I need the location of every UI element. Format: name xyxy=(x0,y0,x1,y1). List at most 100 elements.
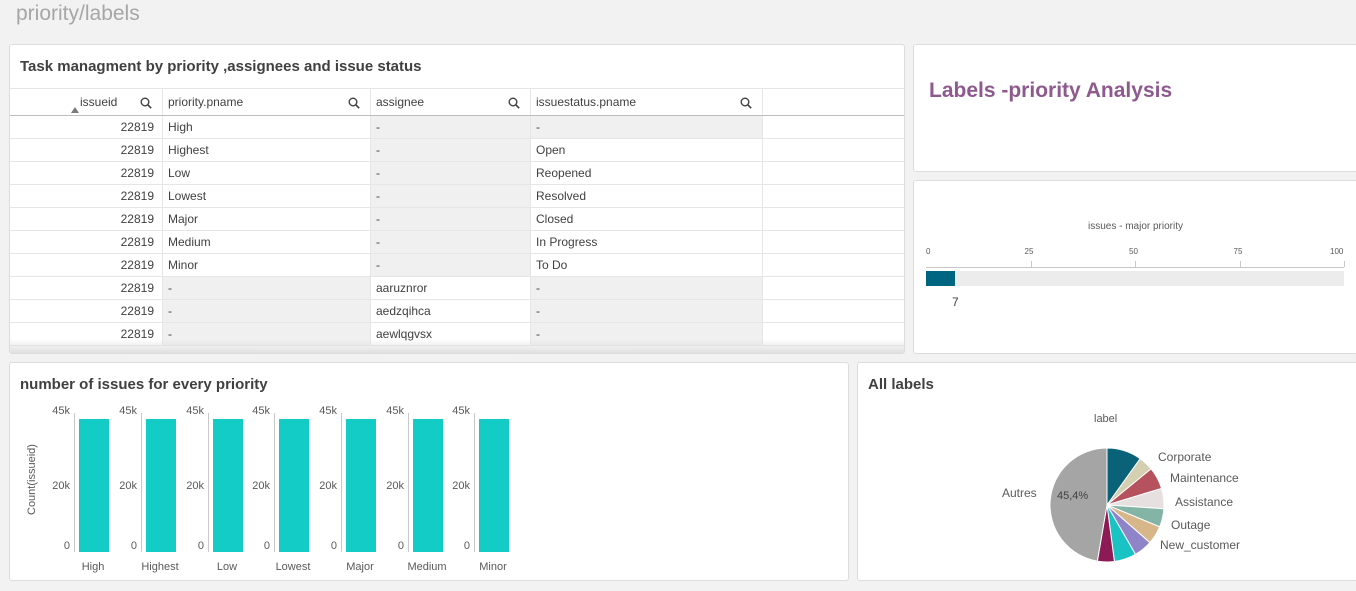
table-cell[interactable]: - xyxy=(371,139,531,161)
table-cell[interactable]: 22819 xyxy=(10,162,163,184)
sort-ascending-icon[interactable] xyxy=(71,107,79,113)
table-cell[interactable]: In Progress xyxy=(531,231,763,253)
table-cell[interactable]: Reopened xyxy=(531,162,763,184)
task-table-panel: Task managment by priority ,assignees an… xyxy=(9,44,905,354)
table-cell[interactable]: To Do xyxy=(531,254,763,276)
y-tick-label: 20k xyxy=(252,480,270,492)
bar-chart-high: 45k 20k 0 High xyxy=(38,405,109,577)
table-cell xyxy=(763,139,904,161)
column-header-assignee[interactable]: assignee xyxy=(371,89,531,115)
sheet-title: priority/labels xyxy=(16,2,140,25)
table-row[interactable]: 22819 Highest - Open xyxy=(10,139,904,162)
table-cell[interactable]: 22819 xyxy=(10,231,163,253)
pie-label: Maintenance xyxy=(1170,471,1239,485)
table-row[interactable]: 22819 Low - Reopened xyxy=(10,162,904,185)
y-tick-label: 20k xyxy=(319,480,337,492)
table-cell[interactable]: 22819 xyxy=(10,185,163,207)
table-cell[interactable]: 22819 xyxy=(10,116,163,138)
table-cell[interactable]: Closed xyxy=(531,208,763,230)
gauge-axis xyxy=(926,267,1344,268)
table-row[interactable]: 22819 Minor - To Do xyxy=(10,254,904,277)
gauge-tick-label: 100 xyxy=(1330,247,1344,256)
search-icon[interactable] xyxy=(508,97,520,109)
bar[interactable] xyxy=(479,419,509,552)
table-cell[interactable]: - xyxy=(531,300,763,322)
pie-label: Corporate xyxy=(1158,450,1212,464)
table-cell[interactable]: - xyxy=(371,116,531,138)
pie-label: Assistance xyxy=(1175,495,1234,509)
pie-slice[interactable] xyxy=(1049,447,1108,562)
bar-chart-highest: 45k 20k 0 Highest xyxy=(105,405,178,577)
table-cell[interactable]: 22819 xyxy=(10,254,163,276)
y-tick-label: 20k xyxy=(52,480,70,492)
table-cell[interactable]: 22819 xyxy=(10,277,163,299)
table-row[interactable]: 22819 Medium - In Progress xyxy=(10,231,904,254)
search-icon[interactable] xyxy=(740,97,752,109)
table-cell[interactable]: Low xyxy=(163,162,371,184)
y-tick-label: 45k xyxy=(119,405,137,417)
y-axis xyxy=(74,413,75,552)
y-tick-label: 45k xyxy=(252,405,270,417)
table-cell xyxy=(763,277,904,299)
table-row[interactable]: 22819- aedzqihca - xyxy=(10,300,904,323)
table-row[interactable]: 22819- aaruznror - xyxy=(10,277,904,300)
table-cell[interactable]: Highest xyxy=(163,139,371,161)
table-cell[interactable]: Major xyxy=(163,208,371,230)
column-header-issuestatus[interactable]: issuestatus.pname xyxy=(531,89,763,115)
analysis-header-panel: Labels -priority Analysis xyxy=(913,44,1356,172)
table-cell[interactable]: aedzqihca xyxy=(371,300,531,322)
table-cell[interactable]: - xyxy=(531,116,763,138)
table-cell[interactable]: - xyxy=(371,208,531,230)
x-tick-label: Minor xyxy=(479,561,507,573)
bar-chart-minor: 45k 20k 0 Minor xyxy=(438,405,509,577)
y-axis-label: Count(issueid) xyxy=(26,444,38,515)
search-icon[interactable] xyxy=(348,97,360,109)
y-tick-label: 45k xyxy=(186,405,204,417)
y-tick-label: 45k xyxy=(452,405,470,417)
gauge-fill xyxy=(926,271,956,286)
table-cell[interactable]: - xyxy=(371,162,531,184)
search-icon[interactable] xyxy=(140,97,152,109)
pie-chart[interactable]: 45,4% xyxy=(858,363,1356,581)
table-row[interactable]: 22819 Major - Closed xyxy=(10,208,904,231)
column-header-label: issuestatus.pname xyxy=(536,95,637,109)
gauge-title: issues - major priority xyxy=(1087,221,1184,232)
table-cell[interactable]: Open xyxy=(531,139,763,161)
table-cell[interactable]: 22819 xyxy=(10,139,163,161)
y-axis xyxy=(341,413,342,552)
table-cell[interactable]: Resolved xyxy=(531,185,763,207)
gauge-track xyxy=(926,271,1344,286)
table-cell xyxy=(763,185,904,207)
table-cell[interactable]: - xyxy=(163,277,371,299)
table-cell[interactable]: aaruznror xyxy=(371,277,531,299)
pie-label: New_customer xyxy=(1160,538,1241,552)
table-cell[interactable]: 22819 xyxy=(10,208,163,230)
y-tick-label: 0 xyxy=(197,540,204,552)
table-cell[interactable]: - xyxy=(371,185,531,207)
bar-chart-major: 45k 20k 0 Major xyxy=(305,405,376,577)
column-header-label: issueid xyxy=(80,95,118,109)
table-cell[interactable]: High xyxy=(163,116,371,138)
y-tick-label: 0 xyxy=(130,540,137,552)
table-cell[interactable]: Minor xyxy=(163,254,371,276)
priority-bars-panel: number of issues for every priority Coun… xyxy=(9,362,849,581)
table-cell[interactable]: - xyxy=(371,231,531,253)
column-header-issueid[interactable]: issueid xyxy=(10,89,163,115)
table-row[interactable]: 22819 High - - xyxy=(10,116,904,139)
table-cell[interactable]: - xyxy=(531,277,763,299)
table-cell[interactable]: - xyxy=(371,254,531,276)
table-body: 22819 High - -22819 Highest - Open 22819 Low - Reo… xyxy=(10,116,904,346)
gauge-panel: issues - major priority 0 25 50 75 100 7 xyxy=(913,180,1356,354)
pie-label: Autres xyxy=(1002,486,1037,500)
table-row[interactable]: 22819 Lowest - Resolved xyxy=(10,185,904,208)
table-cell[interactable]: Lowest xyxy=(163,185,371,207)
pie-data-label: 45,4% xyxy=(1057,490,1088,502)
table-cell[interactable]: Medium xyxy=(163,231,371,253)
table-cell[interactable]: 22819 xyxy=(10,300,163,322)
labels-pie-panel: All labels label 45,4% Corporate Maintena… xyxy=(857,362,1356,581)
y-tick-label: 20k xyxy=(386,480,404,492)
column-header-priority[interactable]: priority.pname xyxy=(163,89,371,115)
bar-chart-medium: 45k 20k 0 Medium xyxy=(372,405,446,577)
table-cell[interactable]: - xyxy=(163,300,371,322)
y-tick-label: 45k xyxy=(52,405,70,417)
